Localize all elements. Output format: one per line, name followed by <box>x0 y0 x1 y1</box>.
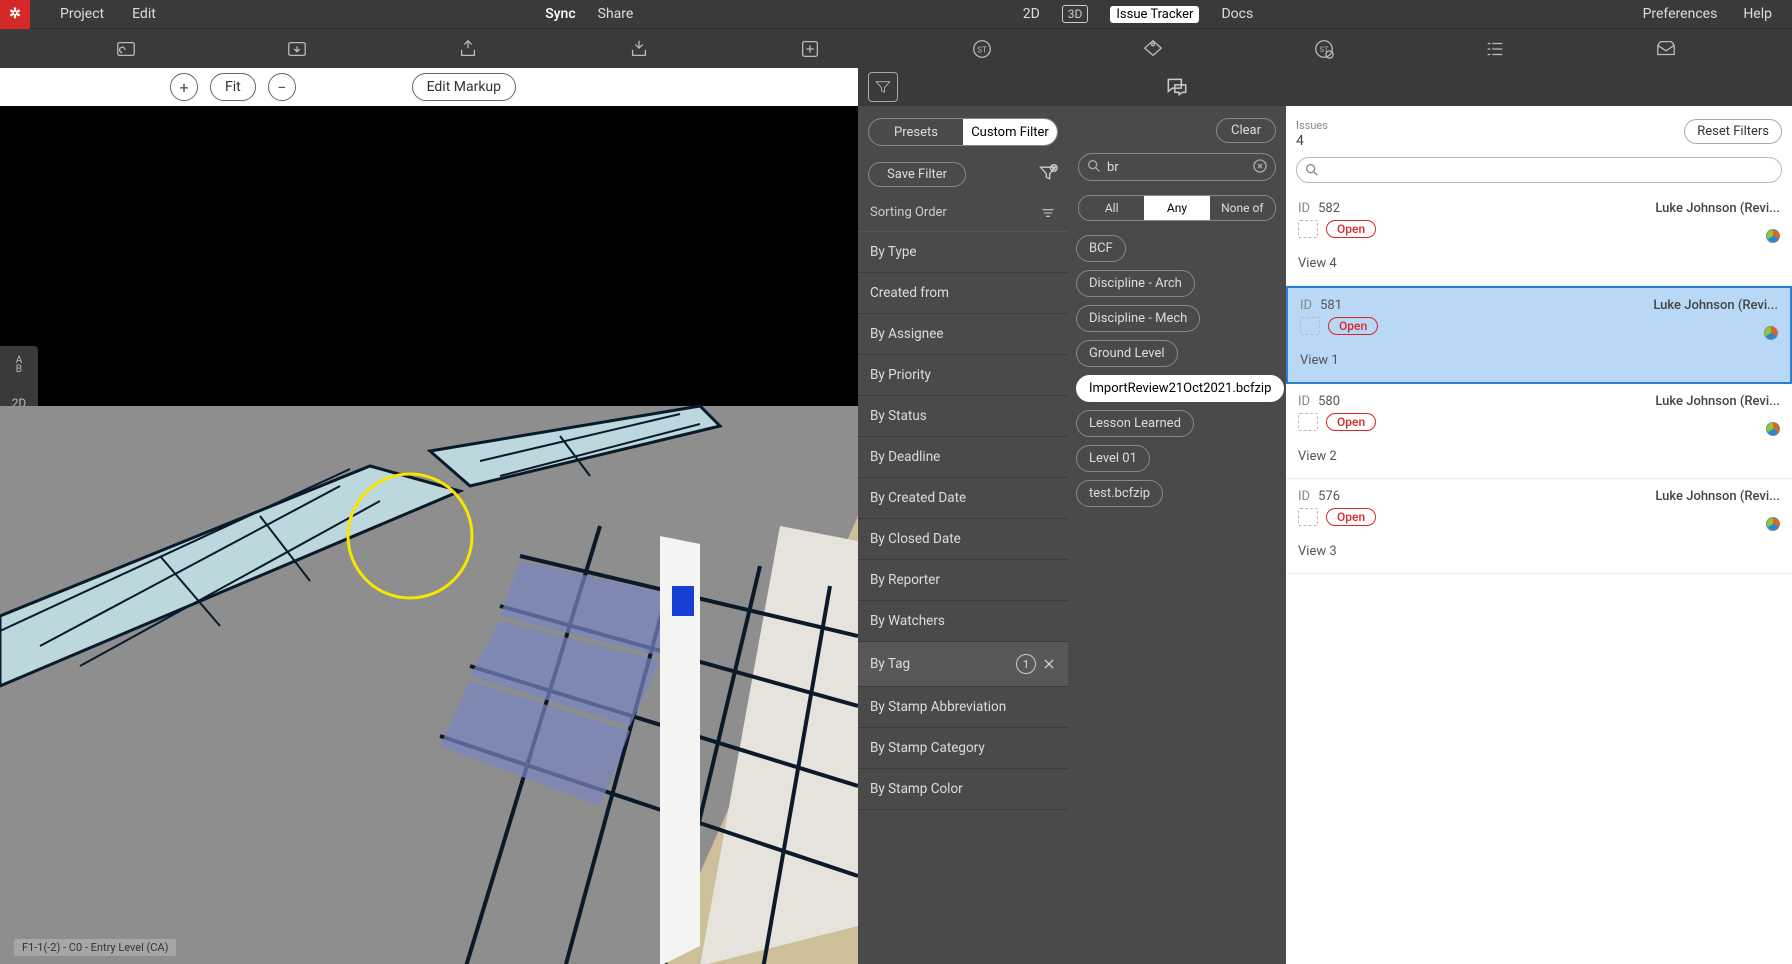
app-logo[interactable]: ✲ <box>0 0 30 29</box>
menu-sync[interactable]: Sync <box>545 6 575 22</box>
tag-mode-option[interactable]: All <box>1079 196 1144 220</box>
status-badge: Open <box>1326 220 1376 238</box>
sync-status-icon <box>1766 229 1780 243</box>
issue-thumbnail <box>1298 508 1318 526</box>
edit-markup-button[interactable]: Edit Markup <box>412 73 516 101</box>
filter-item[interactable]: By Assignee <box>858 314 1068 355</box>
svg-text:ST: ST <box>1320 44 1329 53</box>
presets-tab[interactable]: Presets <box>869 119 963 145</box>
filter-item[interactable]: Created from <box>858 273 1068 314</box>
scene-3d <box>0 406 858 964</box>
filter-item[interactable]: By Closed Date <box>858 519 1068 560</box>
tag-mode-option[interactable]: Any <box>1144 196 1209 220</box>
filter-toggle-button[interactable] <box>868 72 898 102</box>
tag-chip[interactable]: Level 01 <box>1076 445 1150 472</box>
issues-panel: Issues 4 Reset Filters ID582Luke Johnson… <box>1286 68 1792 964</box>
filter-item[interactable]: By Stamp Abbreviation <box>858 687 1068 728</box>
filter-item[interactable]: By Type <box>858 232 1068 273</box>
view-docs[interactable]: Docs <box>1221 6 1253 22</box>
view-3d[interactable]: 3D <box>1062 5 1089 23</box>
filter-panel: Presets Custom Filter Save Filter Sortin… <box>858 68 1068 964</box>
issue-card[interactable]: ID576Luke Johnson (Revi... Open View 3 <box>1286 479 1792 574</box>
checklist-icon[interactable] <box>1483 37 1507 61</box>
fit-button[interactable]: Fit <box>210 73 256 101</box>
filter-item[interactable]: By Reporter <box>858 560 1068 601</box>
clear-search-icon[interactable] <box>1252 158 1268 174</box>
viewport-3d[interactable]: AB 2D 3D <box>0 106 858 964</box>
view-issue-tracker[interactable]: Issue Tracker <box>1110 6 1199 23</box>
issue-thumbnail <box>1300 317 1320 335</box>
clear-filter-icon[interactable] <box>1038 163 1058 187</box>
menu-help[interactable]: Help <box>1743 6 1772 22</box>
save-filter-button[interactable]: Save Filter <box>868 162 966 187</box>
sort-label: Sorting Order <box>870 205 947 221</box>
filter-item[interactable]: By Watchers <box>858 601 1068 642</box>
filter-item[interactable]: By Stamp Color <box>858 769 1068 810</box>
chat-icon[interactable] <box>1164 74 1190 100</box>
inbox-icon[interactable] <box>1654 37 1678 61</box>
issue-thumbnail <box>1298 413 1318 431</box>
sync-status-icon <box>1766 422 1780 436</box>
issues-search-input[interactable] <box>1296 157 1782 183</box>
filter-item[interactable]: By Deadline <box>858 437 1068 478</box>
menubar: ✲ Project Edit Sync Share 2D 3D Issue Tr… <box>0 0 1792 28</box>
share-up-icon[interactable] <box>456 37 480 61</box>
issues-count: 4 <box>1296 133 1328 149</box>
tag-chip[interactable]: Lesson Learned <box>1076 410 1194 437</box>
viewport-toolbar: + Fit − Edit Markup <box>0 68 858 106</box>
view-2d[interactable]: 2D <box>1023 6 1040 22</box>
zoom-out-button[interactable]: − <box>268 73 296 101</box>
tag-filter-panel: Clear AllAnyNone of BCF Discipline - Arch… <box>1068 68 1286 964</box>
sync-status-icon <box>1764 326 1778 340</box>
bcf-export-icon[interactable] <box>285 37 309 61</box>
search-icon <box>1304 162 1320 178</box>
sort-icon <box>1040 205 1056 221</box>
viewport-column: + Fit − Edit Markup AB 2D 3D <box>0 68 858 964</box>
issue-card[interactable]: ID581Luke Johnson (Revi... Open View 1 <box>1286 286 1792 384</box>
stamp-settings-icon[interactable]: ST <box>1312 37 1336 61</box>
tag-chip[interactable]: Ground Level <box>1076 340 1178 367</box>
toolbar: ST ST <box>0 28 1792 68</box>
issue-card[interactable]: ID580Luke Johnson (Revi... Open View 2 <box>1286 384 1792 479</box>
filter-item[interactable]: By Status <box>858 396 1068 437</box>
tag-icon[interactable] <box>1141 37 1165 61</box>
tag-search-input[interactable] <box>1078 153 1276 181</box>
menu-edit[interactable]: Edit <box>132 6 156 22</box>
filter-mode-segment[interactable]: Presets Custom Filter <box>868 118 1058 146</box>
reset-filters-button[interactable]: Reset Filters <box>1684 119 1782 144</box>
issue-card[interactable]: ID582Luke Johnson (Revi... Open View 4 <box>1286 191 1792 286</box>
menu-project[interactable]: Project <box>60 6 104 22</box>
filter-item[interactable]: By Created Date <box>858 478 1068 519</box>
status-bar: F1-1(-2) - C0 - Entry Level (CA) <box>14 939 176 956</box>
clear-tags-button[interactable]: Clear <box>1216 118 1276 143</box>
tag-chip[interactable]: BCF <box>1076 235 1126 262</box>
status-badge: Open <box>1326 508 1376 526</box>
filter-item[interactable]: By Tag1 <box>858 642 1068 687</box>
menu-share[interactable]: Share <box>598 6 634 22</box>
issues-label: Issues <box>1296 119 1328 132</box>
bcf-refresh-icon[interactable] <box>114 37 138 61</box>
tag-mode-option[interactable]: None of <box>1210 196 1275 220</box>
tag-match-segment[interactable]: AllAnyNone of <box>1078 195 1276 221</box>
svg-text:ST: ST <box>977 45 987 55</box>
tag-chip[interactable]: Discipline - Arch <box>1076 270 1195 297</box>
view-ab-button[interactable]: AB <box>0 346 38 384</box>
status-badge: Open <box>1326 413 1376 431</box>
add-issue-icon[interactable] <box>798 37 822 61</box>
status-badge: Open <box>1328 317 1378 335</box>
zoom-in-button[interactable]: + <box>170 73 198 101</box>
issue-thumbnail <box>1298 220 1318 238</box>
filter-item[interactable]: By Stamp Category <box>858 728 1068 769</box>
search-icon <box>1086 158 1102 174</box>
tag-chip[interactable]: Discipline - Mech <box>1076 305 1200 332</box>
custom-filter-tab[interactable]: Custom Filter <box>963 119 1057 145</box>
sorting-order-row[interactable]: Sorting Order <box>858 195 1068 232</box>
tag-chip[interactable]: ImportReview21Oct2021.bcfzip <box>1076 375 1284 402</box>
menu-preferences[interactable]: Preferences <box>1643 6 1718 22</box>
sync-status-icon <box>1766 517 1780 531</box>
filter-item[interactable]: By Priority <box>858 355 1068 396</box>
tag-chip[interactable]: test.bcfzip <box>1076 480 1163 507</box>
download-icon[interactable] <box>627 37 651 61</box>
stamp-st-icon[interactable]: ST <box>970 37 994 61</box>
